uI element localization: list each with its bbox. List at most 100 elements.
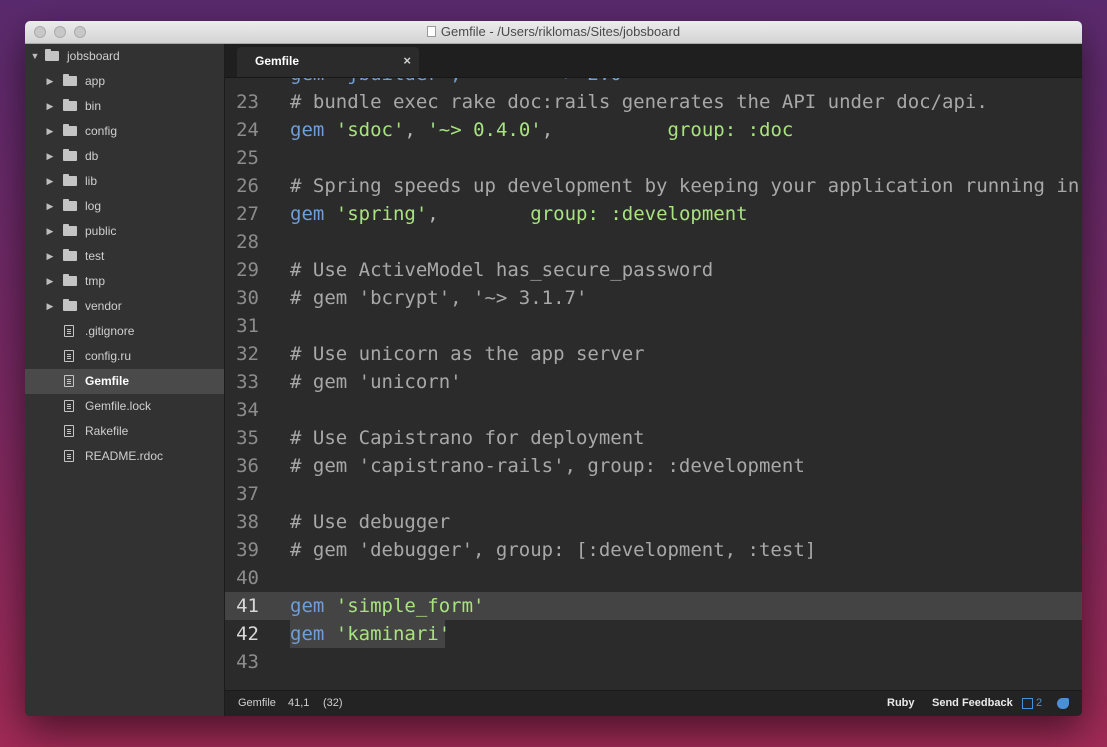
chevron-down-icon[interactable]: ▼ <box>30 44 40 69</box>
code-line: 28 <box>225 228 1082 256</box>
chevron-right-icon[interactable]: ▶ <box>45 244 55 269</box>
folder-label: app <box>85 74 106 88</box>
code-keyword: gem <box>290 203 325 225</box>
sidebar-folder-log[interactable]: ▶ log <box>25 194 224 219</box>
line-number: 34 <box>236 399 259 421</box>
sidebar-folder-config[interactable]: ▶ config <box>25 119 224 144</box>
sidebar-folder-bin[interactable]: ▶ bin <box>25 94 224 119</box>
file-label: Gemfile.lock <box>85 399 152 413</box>
folder-icon <box>63 274 77 286</box>
folder-label: db <box>85 149 99 163</box>
file-label: config.ru <box>85 349 132 363</box>
line-number: 36 <box>236 455 259 477</box>
folder-label: lib <box>85 174 98 188</box>
chevron-right-icon[interactable]: ▶ <box>45 219 55 244</box>
code-line: 37 <box>225 480 1082 508</box>
sidebar-file-gemfile[interactable]: Gemfile <box>25 369 224 394</box>
sidebar-file-gemfile-lock[interactable]: Gemfile.lock <box>25 394 224 419</box>
code-line: 29 # Use ActiveModel has_secure_password <box>225 256 1082 284</box>
code-string: group: :development <box>530 203 748 225</box>
folder-label: vendor <box>85 299 122 313</box>
folder-icon <box>63 224 77 236</box>
code-text: gem 'spring', group: :development <box>290 200 748 228</box>
code-line: 39 # gem 'debugger', group: [:development… <box>225 536 1082 564</box>
line-number: 40 <box>236 567 259 589</box>
code-line: 38 # Use debugger <box>225 508 1082 536</box>
chevron-right-icon[interactable]: ▶ <box>45 269 55 294</box>
sidebar-file-readme-rdoc[interactable]: README.rdoc <box>25 444 224 469</box>
code-text: gem 'sdoc', '~> 0.4.0', group: :doc <box>290 116 793 144</box>
chevron-right-icon[interactable]: ▶ <box>45 169 55 194</box>
status-filename: Gemfile <box>238 697 276 709</box>
folder-label: tmp <box>85 274 106 288</box>
sidebar-folder-app[interactable]: ▶ app <box>25 69 224 94</box>
packages-count[interactable]: 2 <box>1036 697 1042 709</box>
sidebar-folder-lib[interactable]: ▶ lib <box>25 169 224 194</box>
folder-icon <box>63 299 77 311</box>
code-line: 40 <box>225 564 1082 592</box>
sidebar-file--gitignore[interactable]: .gitignore <box>25 319 224 344</box>
title-bar: Gemfile - /Users/riklomas/Sites/jobsboar… <box>25 21 1082 44</box>
code-editor[interactable]: gem 'jbuilder', '~> 2.0' 23 # bundle exec … <box>225 78 1082 690</box>
status-bar: Gemfile 41,1 (32) Ruby Send Feedback 2 <box>225 690 1082 716</box>
line-number: 30 <box>236 287 259 309</box>
package-box-icon[interactable] <box>1022 698 1033 709</box>
syntax-selector[interactable]: Ruby <box>887 697 915 709</box>
folder-icon <box>63 249 77 261</box>
send-feedback-link[interactable]: Send Feedback <box>932 697 1013 709</box>
code-keyword: gem <box>290 595 325 617</box>
code-text: gem 'kaminari' <box>290 620 450 648</box>
file-icon <box>64 400 74 412</box>
bird-icon[interactable] <box>1057 698 1069 709</box>
code-comment: # Use Capistrano for deployment <box>290 427 645 449</box>
document-icon <box>426 26 436 37</box>
sidebar: ▼ jobsboard ▶ app ▶ bin ▶ config ▶ db ▶ lib ▶ log ▶ pub… <box>25 44 225 716</box>
close-icon[interactable]: × <box>403 53 411 68</box>
line-number: 35 <box>236 427 259 449</box>
code-line: 36 # gem 'capistrano-rails', group: :deve… <box>225 452 1082 480</box>
folder-icon <box>63 124 77 136</box>
sidebar-folder-tmp[interactable]: ▶ tmp <box>25 269 224 294</box>
code-string: 'sdoc' <box>335 119 405 141</box>
folder-icon <box>63 199 77 211</box>
code-line: 30 # gem 'bcrypt', '~> 3.1.7' <box>225 284 1082 312</box>
line-number: 32 <box>236 343 259 365</box>
line-number: 23 <box>236 91 259 113</box>
sidebar-folder-public[interactable]: ▶ public <box>25 219 224 244</box>
line-number: 42 <box>236 623 259 645</box>
tab-gemfile[interactable]: Gemfile × <box>237 47 419 77</box>
folder-label: test <box>85 249 105 263</box>
sidebar-file-rakefile[interactable]: Rakefile <box>25 419 224 444</box>
chevron-right-icon[interactable]: ▶ <box>45 294 55 319</box>
sidebar-root-folder[interactable]: ▼ jobsboard <box>25 44 224 69</box>
code-text: gem 'simple_form' <box>290 592 485 620</box>
line-number: 26 <box>236 175 259 197</box>
code-comment: # gem 'debugger', group: [:development, … <box>290 539 817 561</box>
folder-label: log <box>85 199 102 213</box>
line-number: 43 <box>236 651 259 673</box>
code-text: # gem 'unicorn' <box>290 368 462 396</box>
line-number: 33 <box>236 371 259 393</box>
sidebar-folder-vendor[interactable]: ▶ vendor <box>25 294 224 319</box>
line-number: 29 <box>236 259 259 281</box>
chevron-right-icon[interactable]: ▶ <box>45 144 55 169</box>
code-plain <box>324 119 335 141</box>
sidebar-file-config-ru[interactable]: config.ru <box>25 344 224 369</box>
code-plain: , <box>541 119 668 141</box>
chevron-right-icon[interactable]: ▶ <box>45 94 55 119</box>
code-text: # Spring speeds up development by keepin… <box>290 172 1082 200</box>
code-plain: , <box>404 119 428 141</box>
code-line: 42 gem 'kaminari' <box>225 620 1082 648</box>
chevron-right-icon[interactable]: ▶ <box>45 194 55 219</box>
sidebar-folder-db[interactable]: ▶ db <box>25 144 224 169</box>
file-icon <box>64 450 74 462</box>
sidebar-folder-test[interactable]: ▶ test <box>25 244 224 269</box>
code-comment: # gem 'bcrypt', '~> 3.1.7' <box>290 287 588 309</box>
code-text: # gem 'capistrano-rails', group: :develo… <box>290 452 805 480</box>
chevron-right-icon[interactable]: ▶ <box>45 119 55 144</box>
file-label: Rakefile <box>85 424 129 438</box>
folder-icon <box>63 149 77 161</box>
code-line: 25 <box>225 144 1082 172</box>
chevron-right-icon[interactable]: ▶ <box>45 69 55 94</box>
window-title-text: Gemfile - /Users/riklomas/Sites/jobsboar… <box>440 24 681 39</box>
